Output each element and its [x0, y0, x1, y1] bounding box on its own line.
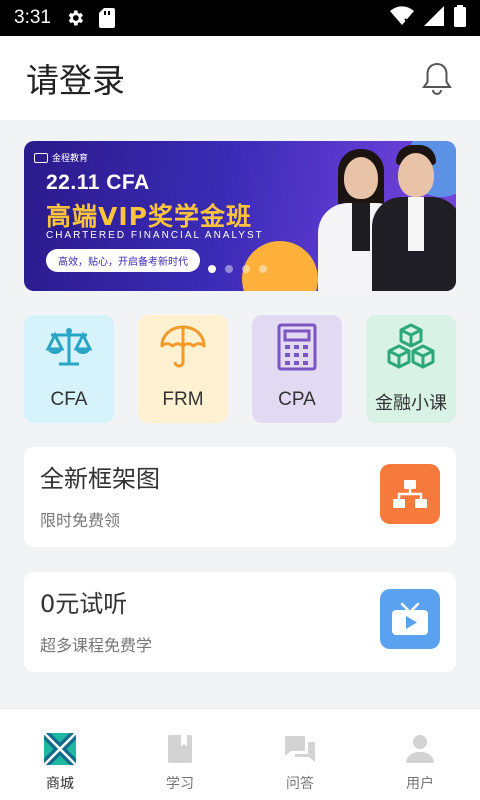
category-cfa[interactable]: CFA: [24, 315, 114, 423]
category-label: 金融小课: [375, 393, 447, 414]
login-prompt-title[interactable]: 请登录: [26, 54, 125, 102]
category-label: FRM: [162, 389, 204, 410]
calculator-icon: [277, 323, 317, 371]
nav-label: 商城: [46, 776, 74, 792]
logo-icon: [34, 152, 48, 163]
signal-icon: [424, 6, 444, 30]
nav-label: 用户: [406, 776, 434, 792]
banner-subtitle: CHARTERED FINANCIAL ANALYST: [46, 230, 264, 241]
banner-logo: 金程教育: [34, 151, 88, 164]
sd-card-icon: [98, 8, 115, 28]
carousel-dot[interactable]: [242, 265, 250, 273]
card-title: 0元试听: [40, 590, 128, 618]
category-label: CPA: [278, 389, 316, 410]
tv-play-icon[interactable]: [380, 589, 440, 649]
bottom-navigation: 商城 学习 问答 用户: [0, 708, 480, 800]
card-title: 全新框架图: [40, 465, 160, 493]
battery-icon: [454, 5, 466, 31]
carousel-dot[interactable]: [259, 265, 267, 273]
carousel-dot[interactable]: [225, 265, 233, 273]
app-header: 请登录: [0, 36, 480, 120]
store-icon: [44, 733, 76, 765]
category-cpa[interactable]: CPA: [252, 315, 342, 423]
nav-label: 问答: [286, 776, 314, 792]
chat-icon: [283, 733, 317, 765]
banner-vip-text: 高端VIP奖学金班: [46, 202, 252, 231]
banner-headline: 22.11 CFA: [46, 171, 150, 194]
category-finance-mini-course[interactable]: 金融小课: [366, 315, 456, 423]
carousel-dot[interactable]: [208, 265, 216, 273]
nav-qa[interactable]: 问答: [240, 709, 360, 800]
nav-label: 学习: [166, 776, 194, 792]
status-bar: 3:31: [0, 0, 480, 36]
nav-user[interactable]: 用户: [360, 709, 480, 800]
category-label: CFA: [50, 389, 88, 410]
user-icon: [405, 733, 435, 765]
nav-store[interactable]: 商城: [0, 709, 120, 800]
cubes-icon: [385, 323, 437, 371]
promo-banner[interactable]: 金程教育 22.11 CFA 高端VIP奖学金班 CHARTERED FINAN…: [24, 141, 456, 291]
status-time: 3:31: [14, 7, 51, 28]
card-subtitle: 超多课程免费学: [40, 636, 153, 655]
presenter-male-image: [370, 141, 456, 291]
nav-study[interactable]: 学习: [120, 709, 240, 800]
category-grid: CFA FRM CPA 金融小课: [24, 315, 456, 423]
banner-slogan: 高效，贴心，开启备考新时代: [46, 249, 200, 272]
gear-icon: [65, 8, 85, 28]
wifi-icon: [390, 6, 414, 30]
scale-icon: [45, 323, 93, 371]
card-subtitle: 限时免费领: [40, 511, 121, 530]
category-frm[interactable]: FRM: [138, 315, 228, 423]
carousel-indicator: [208, 265, 267, 273]
framework-chart-card[interactable]: 全新框架图 限时免费领: [24, 447, 456, 547]
bell-icon[interactable]: [420, 61, 454, 95]
free-trial-card[interactable]: 0元试听 超多课程免费学: [24, 572, 456, 672]
book-icon: [167, 733, 193, 765]
umbrella-icon: [159, 323, 207, 371]
sitemap-icon[interactable]: [380, 464, 440, 524]
